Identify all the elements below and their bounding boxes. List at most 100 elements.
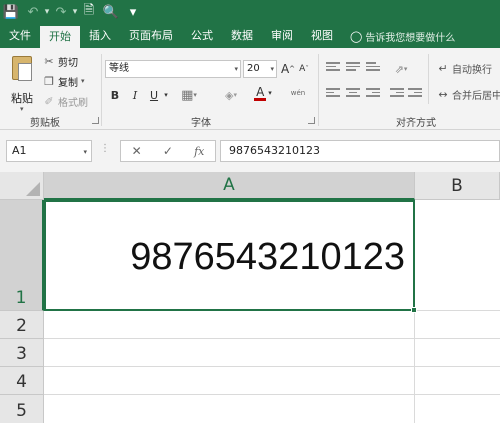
wrap-text-icon: ↵: [438, 61, 448, 75]
increase-indent-icon[interactable]: [408, 88, 422, 99]
excel-window: 💾 ↶ ▾ ↷ ▾ 🗎 🔍 ▾ 文件 开始 插入 页面布局 公式 数据 审阅 视…: [0, 0, 500, 423]
grow-font-button[interactable]: A ^: [281, 60, 295, 78]
row-header-2[interactable]: 2: [0, 311, 44, 339]
align-right-icon[interactable]: [366, 88, 380, 99]
tab-data[interactable]: 数据: [222, 24, 262, 48]
paste-button[interactable]: 粘贴 ▾: [6, 54, 36, 113]
tell-me-box[interactable]: ◯ 告诉我您想要做什么: [342, 24, 455, 48]
lightbulb-icon: ◯: [350, 29, 363, 43]
select-all-button[interactable]: [0, 172, 44, 200]
save-icon[interactable]: 💾: [0, 0, 22, 24]
tab-insert[interactable]: 插入: [80, 24, 120, 48]
bold-button[interactable]: B: [108, 86, 122, 104]
tab-view[interactable]: 视图: [302, 24, 342, 48]
new-document-icon[interactable]: 🗎: [78, 0, 100, 24]
formula-bar: A1 ▾ ⋮ ✕ ✓ fx 9876543210123: [0, 130, 500, 172]
tab-file[interactable]: 文件: [0, 24, 40, 48]
quick-access-toolbar: 💾 ↶ ▾ ↷ ▾ 🗎 🔍 ▾: [0, 0, 500, 24]
row-header-4[interactable]: 4: [0, 367, 44, 395]
paintbrush-icon: ✐: [44, 94, 54, 108]
name-box-value: A1: [12, 144, 27, 157]
paint-bucket-icon: ◈: [225, 88, 234, 102]
row-header-1[interactable]: 1: [0, 200, 44, 311]
tab-page-layout[interactable]: 页面布局: [120, 24, 182, 48]
align-bottom-icon[interactable]: [366, 62, 380, 73]
cancel-icon[interactable]: ✕: [132, 144, 142, 158]
enter-icon[interactable]: ✓: [163, 144, 173, 158]
orientation-button[interactable]: ⇗ ▾: [390, 60, 412, 78]
worksheet-grid: A B 1 2 3 4 5 9876543210123: [0, 172, 500, 423]
print-preview-icon[interactable]: 🔍: [100, 0, 122, 24]
align-middle-icon[interactable]: [346, 62, 360, 73]
align-top-icon[interactable]: [326, 62, 340, 73]
font-launcher-icon[interactable]: [308, 117, 315, 124]
chevron-down-icon[interactable]: ▾: [270, 61, 274, 77]
insert-function-icon[interactable]: fx: [194, 145, 204, 158]
row-header-5[interactable]: 5: [0, 395, 44, 423]
copy-button[interactable]: ❐ 复制 ▾: [42, 72, 85, 90]
paste-label: 粘贴: [11, 92, 33, 105]
gridline: [44, 394, 500, 395]
font-size-box[interactable]: 20 ▾: [243, 60, 277, 78]
group-divider: [428, 54, 429, 104]
merge-center-button[interactable]: ↔ 合并后居中: [436, 85, 500, 103]
resize-handle-icon[interactable]: ⋮: [100, 143, 110, 154]
wrap-text-button[interactable]: ↵ 自动换行: [436, 59, 492, 77]
formula-buttons: ✕ ✓ fx: [120, 140, 216, 162]
align-left-icon[interactable]: [326, 88, 340, 99]
formula-input[interactable]: 9876543210123: [220, 140, 500, 162]
fill-color-button[interactable]: ◈ ▾: [218, 86, 244, 104]
copy-icon: ❐: [44, 74, 54, 88]
ribbon-tabs: 文件 开始 插入 页面布局 公式 数据 审阅 视图 ◯ 告诉我您想要做什么: [0, 24, 500, 48]
chevron-down-icon[interactable]: ▾: [83, 142, 87, 162]
gridline: [44, 338, 500, 339]
clipboard-launcher-icon[interactable]: [92, 117, 99, 124]
grow-font-icon: A: [280, 62, 290, 76]
shrink-font-button[interactable]: Aˇ: [297, 60, 311, 78]
customize-dropdown-icon[interactable]: ▾: [122, 0, 144, 24]
underline-dropdown-icon[interactable]: ▾: [162, 86, 170, 104]
group-divider: [318, 54, 319, 126]
decrease-indent-icon[interactable]: [390, 88, 404, 99]
font-color-button[interactable]: A ▾: [250, 84, 276, 102]
align-center-icon[interactable]: [346, 88, 360, 99]
borders-button[interactable]: ▦ ▾: [178, 86, 200, 104]
copy-label: 复制: [58, 77, 78, 89]
group-divider: [101, 54, 102, 126]
phonetic-icon: wén: [290, 89, 306, 97]
column-header-b[interactable]: B: [415, 172, 500, 200]
gridline: [44, 366, 500, 367]
paste-sheet-icon: [18, 63, 32, 81]
cut-button[interactable]: ✂ 剪切: [42, 52, 78, 70]
tab-home[interactable]: 开始: [40, 26, 80, 48]
paste-dropdown-icon[interactable]: ▾: [20, 105, 24, 113]
name-box[interactable]: A1 ▾: [6, 140, 92, 162]
select-all-icon: [26, 182, 40, 196]
italic-button[interactable]: I: [128, 86, 142, 104]
phonetic-button[interactable]: wén: [285, 84, 311, 102]
font-name-box[interactable]: 等线 ▾: [105, 60, 241, 78]
column-header-a[interactable]: A: [44, 172, 415, 200]
bold-icon: B: [110, 88, 120, 102]
merge-cells-icon: ↔: [438, 87, 448, 101]
underline-icon: U: [149, 88, 159, 102]
cell-a1[interactable]: 9876543210123: [44, 200, 415, 311]
copy-dropdown-icon[interactable]: ▾: [81, 77, 85, 85]
undo-icon[interactable]: ↶: [22, 0, 44, 24]
cut-label: 剪切: [58, 57, 78, 69]
tab-review[interactable]: 审阅: [262, 24, 302, 48]
scissors-icon: ✂: [44, 54, 54, 68]
clipboard-group-title: 剪贴板: [30, 118, 60, 129]
redo-icon[interactable]: ↷: [50, 0, 72, 24]
chevron-down-icon[interactable]: ▾: [234, 61, 238, 77]
ribbon-home: 粘贴 ▾ ✂ 剪切 ❐ 复制 ▾ ✐ 格式刷 剪贴板 等线 ▾ 20 ▾ A^: [0, 48, 500, 130]
alignment-group-title: 对齐方式: [396, 118, 436, 129]
underline-button[interactable]: U: [147, 86, 161, 104]
chevron-down-icon[interactable]: ▾: [268, 89, 272, 97]
format-painter-button[interactable]: ✐ 格式刷: [42, 92, 88, 110]
tab-formulas[interactable]: 公式: [182, 24, 222, 48]
row-header-3[interactable]: 3: [0, 339, 44, 367]
fill-handle[interactable]: [411, 307, 417, 313]
text-orientation-icon: ⇗: [394, 62, 404, 76]
font-name-value: 等线: [109, 63, 129, 74]
